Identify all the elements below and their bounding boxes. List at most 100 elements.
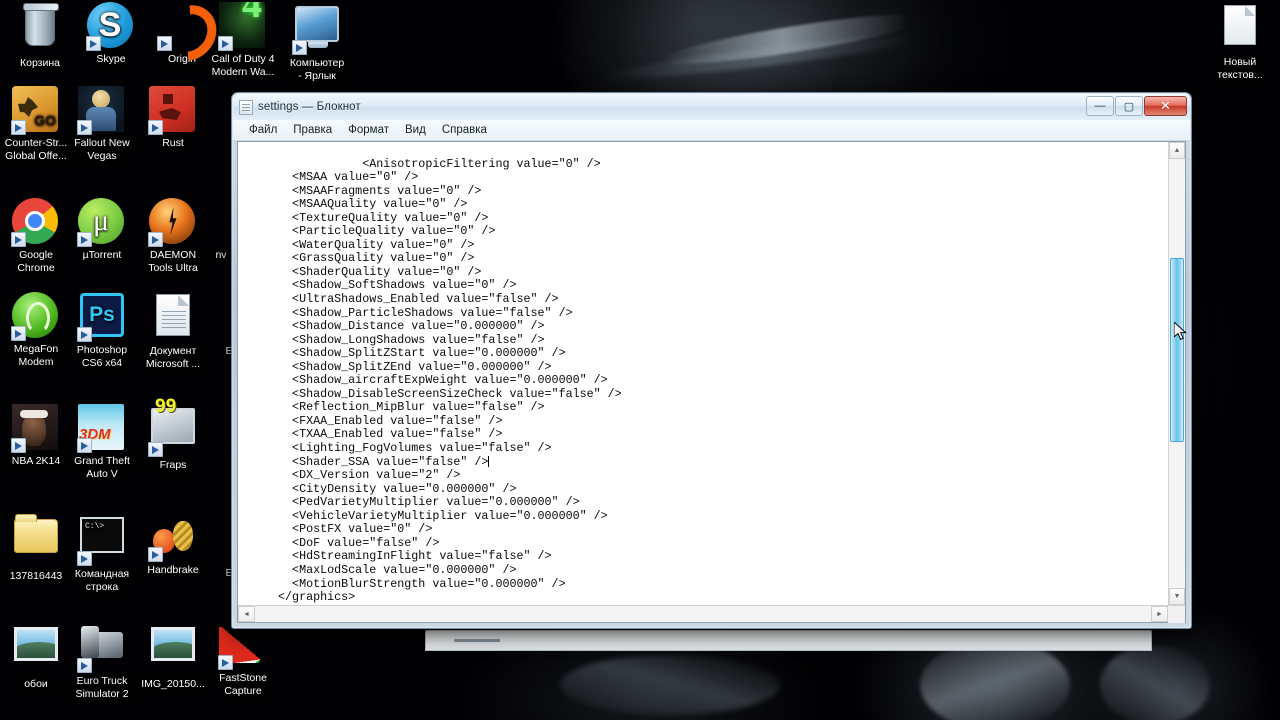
desktop-icon-recycle-bin[interactable]: Корзина <box>4 2 76 70</box>
scroll-right-button[interactable]: ► <box>1151 606 1168 622</box>
shortcut-arrow-icon <box>77 551 92 566</box>
maximize-icon: ▢ <box>1123 100 1135 113</box>
desktop-icon-nba-2k14[interactable]: NBA 2K14 <box>0 404 72 468</box>
utorrent-icon <box>77 198 126 247</box>
close-icon: ✕ <box>1160 98 1171 113</box>
google-chrome-icon <box>11 198 60 247</box>
wallpaper-image-icon <box>12 627 60 675</box>
desktop-icon-daemon-tools-ultra[interactable]: DAEMON Tools Ultra <box>137 198 209 274</box>
vertical-scrollbar[interactable]: ▲ ▼ <box>1168 142 1185 605</box>
desktop-icon-photoshop-cs6[interactable]: Photoshop CS6 x64 <box>66 292 138 369</box>
desktop-icon-call-of-duty-4[interactable]: Call of Duty 4 Modern Wa... <box>207 2 279 78</box>
shortcut-arrow-icon <box>77 120 92 135</box>
scrollbar-corner <box>1168 606 1185 623</box>
editor-container[interactable]: <AnisotropicFiltering value="0" /> <MSAA… <box>237 141 1186 623</box>
recycle-bin-glyph <box>23 3 59 46</box>
menu-view[interactable]: Вид <box>397 122 434 138</box>
desktop-icon-faststone-capture[interactable]: FastStone Capture <box>207 621 279 697</box>
desktop-icon-label: обои <box>24 678 48 690</box>
desktop-icon-label: Handbrake <box>147 564 199 576</box>
partial-label-text: nv <box>215 249 227 261</box>
shortcut-arrow-icon <box>77 327 92 342</box>
desktop-icon-fallout-new-vegas[interactable]: Fallout New Vegas <box>66 86 138 162</box>
desktop-icon-label: µTorrent <box>82 249 122 261</box>
desktop-icon-skype[interactable]: Skype <box>75 2 147 66</box>
megafon-modem-icon <box>11 292 60 341</box>
shortcut-arrow-icon <box>218 655 233 670</box>
origin-icon <box>157 2 206 51</box>
minimize-button[interactable]: — <box>1086 96 1114 116</box>
desktop-icon-label: Rust <box>162 137 184 149</box>
desktop-icon-folder-137816443[interactable]: 137816443 <box>0 513 72 583</box>
desktop-icon-computer-shortcut[interactable]: Компьютер - Ярлык <box>281 2 353 82</box>
desktop-icon-label: Компьютер - Ярлык <box>289 57 345 82</box>
desktop-icon-label: Google Chrome <box>17 249 55 274</box>
close-button[interactable]: ✕ <box>1144 96 1187 116</box>
daemon-tools-ultra-icon <box>148 198 197 247</box>
notepad-window[interactable]: settings — Блокнот — ▢ ✕ Файл Правка Форма… <box>231 92 1192 629</box>
desktop-icon-fraps[interactable]: Fraps <box>137 401 209 472</box>
desktop-icon-euro-truck-simulator-2[interactable]: Euro Truck Simulator 2 <box>66 621 138 700</box>
shortcut-arrow-icon <box>218 36 233 51</box>
handbrake-icon <box>148 513 197 562</box>
vertical-scroll-track[interactable] <box>1169 159 1185 588</box>
photoshop-cs6-icon <box>77 293 126 342</box>
shortcut-arrow-icon <box>77 438 92 453</box>
desktop-icon-label: Grand Theft Auto V <box>74 455 130 480</box>
desktop-icon-megafon-modem[interactable]: MegaFon Modem <box>0 292 72 368</box>
shortcut-arrow-icon <box>11 438 26 453</box>
desktop-icon-img-20150[interactable]: IMG_20150... <box>137 621 209 691</box>
desktop[interactable]: КорзинаSkypeOriginCall of Duty 4 Modern … <box>0 0 1280 720</box>
wallpaper-highlight-e <box>560 655 780 715</box>
skype-icon <box>86 2 135 51</box>
desktop-icon-google-chrome[interactable]: Google Chrome <box>0 198 72 274</box>
desktop-icon-utorrent[interactable]: µTorrent <box>66 198 138 262</box>
background-window[interactable] <box>425 630 1152 651</box>
vertical-scroll-thumb[interactable] <box>1170 257 1184 443</box>
desktop-icon-rust[interactable]: Rust <box>137 86 209 150</box>
horizontal-scroll-track[interactable] <box>255 606 1151 622</box>
window-titlebar[interactable]: settings — Блокнот — ▢ ✕ <box>233 94 1190 120</box>
recycle-bin-icon <box>16 3 64 54</box>
command-prompt-glyph <box>80 517 124 553</box>
euro-truck-simulator-2-icon <box>77 624 126 673</box>
fraps-icon <box>148 401 197 457</box>
menu-help[interactable]: Справка <box>434 122 495 138</box>
desktop-icon-command-prompt[interactable]: Командная строка <box>66 513 138 593</box>
maximize-button[interactable]: ▢ <box>1115 96 1143 116</box>
desktop-icon-handbrake[interactable]: Handbrake <box>137 513 209 577</box>
desktop-icon-label: Документ Microsoft ... <box>145 345 201 370</box>
scroll-down-button[interactable]: ▼ <box>1169 588 1185 605</box>
wallpaper-highlight-c <box>920 640 1070 720</box>
nba-2k14-icon <box>11 404 60 453</box>
desktop-icon-microsoft-document[interactable]: Документ Microsoft ... <box>137 292 209 370</box>
desktop-icon-grand-theft-auto-v[interactable]: Grand Theft Auto V <box>66 404 138 480</box>
desktop-icon-counter-strike-go[interactable]: Counter-Str... Global Offe... <box>0 86 72 162</box>
text-editor[interactable]: <AnisotropicFiltering value="0" /> <MSAA… <box>238 142 1168 605</box>
desktop-icon-new-text-document[interactable]: Новый текстов... <box>1204 2 1276 81</box>
scroll-up-button[interactable]: ▲ <box>1169 142 1185 159</box>
menu-format[interactable]: Формат <box>340 122 397 138</box>
desktop-icon-label: Fallout New Vegas <box>74 137 130 162</box>
rust-icon <box>148 86 197 135</box>
desktop-icon-label: DAEMON Tools Ultra <box>148 249 198 274</box>
new-text-document-glyph <box>1224 5 1256 45</box>
menu-edit[interactable]: Правка <box>285 122 340 138</box>
new-text-document-icon <box>1216 5 1264 53</box>
desktop-icon-label: Euro Truck Simulator 2 <box>75 675 129 700</box>
shortcut-arrow-icon <box>157 36 172 51</box>
desktop-icon-label: Новый текстов... <box>1217 56 1263 81</box>
desktop-icon-label: Корзина <box>20 57 60 69</box>
shortcut-arrow-icon <box>292 40 307 55</box>
editor-text-before-caret: <AnisotropicFiltering value="0" /> <MSAA… <box>292 156 622 469</box>
scroll-left-button[interactable]: ◄ <box>238 606 255 622</box>
desktop-icon-wallpaper-image[interactable]: обои <box>0 621 72 691</box>
menu-file[interactable]: Файл <box>241 122 285 138</box>
desktop-icon-label: Командная строка <box>74 568 130 593</box>
shortcut-arrow-icon <box>148 547 163 562</box>
grand-theft-auto-v-icon <box>77 404 126 453</box>
shortcut-arrow-icon <box>11 326 26 341</box>
img-20150-icon <box>149 627 197 675</box>
folder-137816443-glyph <box>14 514 58 553</box>
horizontal-scrollbar[interactable]: ◄ ► <box>238 605 1185 623</box>
